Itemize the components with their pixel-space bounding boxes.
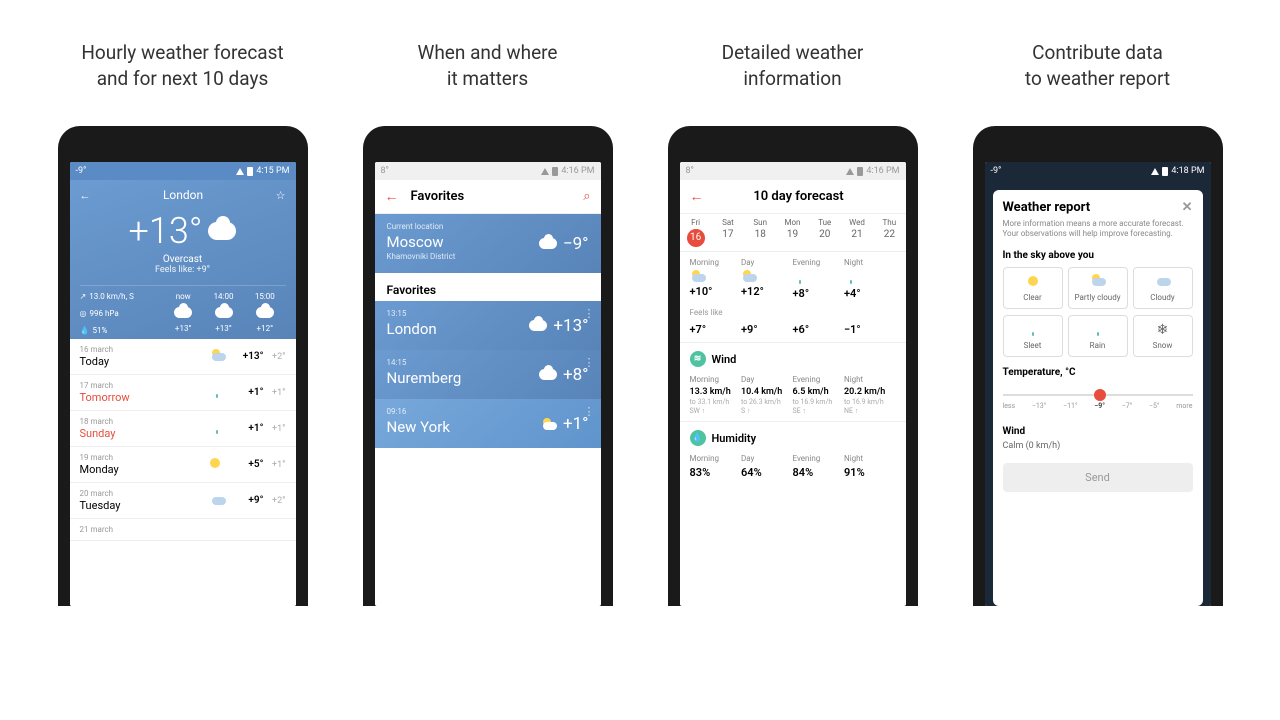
day-row[interactable]: 17 marchTomorrow+1°+1° bbox=[70, 375, 296, 411]
status-bar: 8° 4:16 PM bbox=[680, 162, 906, 180]
status-bar: -9° 4:18 PM bbox=[985, 162, 1211, 180]
status-bar: 8° 4:16 PM bbox=[375, 162, 601, 180]
wind-icon: ≋ bbox=[690, 351, 706, 367]
wind-metric: ↗ 13.0 km/h, S bbox=[80, 292, 160, 301]
back-icon[interactable]: ← bbox=[385, 188, 399, 205]
day-tab[interactable]: Wed21 bbox=[841, 218, 873, 247]
page-title: 10 day forecast bbox=[716, 189, 882, 204]
wind-label: Wind bbox=[1003, 426, 1193, 437]
temp-label: Temperature, °C bbox=[1003, 367, 1193, 378]
caption-3: Detailed weatherinformation bbox=[722, 40, 864, 96]
sky-tile-sleet[interactable]: Sleet bbox=[1003, 315, 1063, 357]
day-row[interactable]: 20 marchTuesday+9°+2° bbox=[70, 483, 296, 519]
cloud-icon bbox=[208, 222, 236, 240]
current-temp: +13° bbox=[80, 210, 286, 252]
feels-row: +7°+9°+6°−1° bbox=[680, 317, 906, 342]
favorite-icon[interactable]: ☆ bbox=[276, 189, 286, 202]
calm-label: Calm (0 km/h) bbox=[1003, 441, 1193, 451]
sky-label: In the sky above you bbox=[1003, 250, 1193, 261]
humidity-row: Morning83% Day64% Evening84% Night91% bbox=[680, 448, 906, 485]
day-tab[interactable]: Sat17 bbox=[712, 218, 744, 247]
sky-tile-cloudy[interactable]: Cloudy bbox=[1133, 267, 1193, 309]
humidity-header: 💧Humidity bbox=[680, 421, 906, 448]
pressure-metric: ◎ 996 hPa bbox=[80, 309, 160, 318]
sheet-title: Weather report bbox=[1003, 200, 1091, 215]
search-icon[interactable]: ⌕ bbox=[583, 189, 590, 204]
favorite-card[interactable]: ⋮ 09:16 New York +1° bbox=[375, 399, 601, 448]
humidity-icon: 💧 bbox=[690, 430, 706, 446]
temp-row: Morning+10° Day+12° Evening+8° Night+4° bbox=[680, 252, 906, 306]
report-sheet: Weather report ✕ More information means a… bbox=[993, 190, 1203, 606]
status-bar: -9° 4:15 PM bbox=[70, 162, 296, 180]
day-tabs[interactable]: Fri16 Sat17 Sun18 Mon19 Tue20 Wed21 Thu2… bbox=[680, 214, 906, 252]
phone-frame-4: -9° 4:18 PM Weather report ✕ More informa… bbox=[973, 126, 1223, 606]
current-location-card[interactable]: Current location Moscow Khamovniki Distr… bbox=[375, 214, 601, 273]
wind-row: Morning13.3 km/hto 33.1 km/hSW ↑ Day10.4… bbox=[680, 369, 906, 421]
caption-4: Contribute datato weather report bbox=[1025, 40, 1170, 96]
phone-frame-2: 8° 4:16 PM ← Favorites ⌕ Current locatio… bbox=[363, 126, 613, 606]
phone-frame-1: -9° 4:15 PM ← London ☆ +13° Overcast Fee… bbox=[58, 126, 308, 606]
city-title: London bbox=[91, 188, 276, 202]
hourly-col: now+13° bbox=[174, 292, 192, 335]
sheet-desc: More information means a more accurate f… bbox=[1003, 219, 1193, 240]
feels-like-label: Feels like bbox=[680, 306, 906, 317]
hourly-col: 14:00+13° bbox=[214, 292, 234, 335]
back-icon[interactable]: ← bbox=[80, 189, 91, 202]
feels-like-label: Feels like: +9° bbox=[80, 265, 286, 275]
cloud-icon bbox=[539, 238, 557, 249]
caption-1: Hourly weather forecastand for next 10 d… bbox=[81, 40, 283, 96]
day-row[interactable]: 21 march bbox=[70, 519, 296, 541]
caption-2: When and whereit matters bbox=[417, 40, 557, 96]
sky-tile-clear[interactable]: Clear bbox=[1003, 267, 1063, 309]
sky-tile-partly[interactable]: Partly cloudy bbox=[1068, 267, 1128, 309]
hourly-col: 15:00+12° bbox=[255, 292, 275, 335]
phone-frame-3: 8° 4:16 PM ← 10 day forecast Fri16 Sat17… bbox=[668, 126, 918, 606]
day-tab[interactable]: Fri16 bbox=[680, 218, 712, 247]
send-button[interactable]: Send bbox=[1003, 463, 1193, 492]
condition-label: Overcast bbox=[80, 254, 286, 265]
back-icon[interactable]: ← bbox=[690, 188, 704, 205]
day-tab[interactable]: Tue20 bbox=[809, 218, 841, 247]
day-row[interactable]: 16 marchToday+13°+2° bbox=[70, 339, 296, 375]
day-tab[interactable]: Sun18 bbox=[744, 218, 776, 247]
favorites-header: Favorites bbox=[375, 273, 601, 301]
day-row[interactable]: 19 marchMonday+5°+1° bbox=[70, 447, 296, 483]
day-row[interactable]: 18 marchSunday+1°+1° bbox=[70, 411, 296, 447]
temp-slider[interactable]: less−13°−11°−9°−7°−5°more bbox=[1003, 386, 1193, 416]
page-title: Favorites bbox=[411, 189, 584, 204]
favorite-card[interactable]: ⋮ 13:15 London +13° bbox=[375, 301, 601, 350]
favorite-card[interactable]: ⋮ 14:15 Nuremberg +8° bbox=[375, 350, 601, 399]
wind-header: ≋Wind bbox=[680, 342, 906, 369]
sky-tile-rain[interactable]: Rain bbox=[1068, 315, 1128, 357]
sky-tile-snow[interactable]: ❄Snow bbox=[1133, 315, 1193, 357]
precip-metric: 💧 51% bbox=[80, 326, 160, 335]
daily-list[interactable]: 16 marchToday+13°+2° 17 marchTomorrow+1°… bbox=[70, 339, 296, 606]
close-icon[interactable]: ✕ bbox=[1182, 200, 1193, 215]
day-tab[interactable]: Thu22 bbox=[873, 218, 905, 247]
day-tab[interactable]: Mon19 bbox=[776, 218, 808, 247]
